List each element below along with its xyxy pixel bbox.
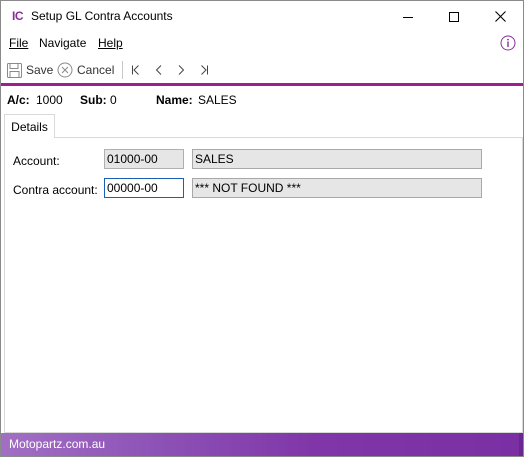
status-bar: Motopartz.com.au xyxy=(1,433,523,456)
maximize-icon xyxy=(449,11,459,22)
next-record-icon xyxy=(178,65,185,75)
last-record-button[interactable] xyxy=(196,61,212,79)
save-label: Save xyxy=(26,63,54,77)
close-icon xyxy=(494,11,506,22)
menu-help-label: Help xyxy=(98,36,123,50)
tab-details[interactable]: Details xyxy=(4,114,55,138)
menu-file[interactable]: File xyxy=(9,36,28,50)
resize-grip[interactable] xyxy=(519,433,523,456)
name-label: Name: xyxy=(156,93,193,107)
details-tab-panel: Account: Contra account: xyxy=(4,137,523,433)
menu-help[interactable]: Help xyxy=(98,36,123,50)
account-number: 1000 xyxy=(36,93,63,107)
toolbar-accent-divider xyxy=(1,83,523,86)
window-title: Setup GL Contra Accounts xyxy=(31,9,173,23)
maximize-button[interactable] xyxy=(431,1,477,32)
account-name-field xyxy=(192,149,482,169)
toolbar: Save Cancel xyxy=(1,58,523,82)
save-button[interactable]: Save xyxy=(7,60,53,80)
info-icon[interactable] xyxy=(500,35,516,51)
previous-record-button[interactable] xyxy=(151,61,167,79)
account-code-field[interactable] xyxy=(104,149,184,169)
sub-label: Sub: xyxy=(80,93,107,107)
tab-details-label: Details xyxy=(11,119,48,134)
status-company-text: Motopartz.com.au xyxy=(9,437,106,451)
sub-value: 0 xyxy=(110,93,117,107)
cancel-icon xyxy=(57,62,73,78)
previous-record-icon xyxy=(155,65,162,75)
contra-account-name-field xyxy=(192,178,482,198)
cancel-label: Cancel xyxy=(77,63,115,77)
setup-gl-contra-accounts-window: IC Setup GL Contra Accounts File Navigat… xyxy=(0,0,524,457)
cancel-button[interactable]: Cancel xyxy=(57,60,114,80)
first-record-button[interactable] xyxy=(128,61,144,79)
save-icon xyxy=(7,62,22,78)
minimize-icon xyxy=(403,16,413,18)
menu-bar: File Navigate Help xyxy=(1,34,523,54)
close-button[interactable] xyxy=(477,1,523,32)
contra-account-code-field[interactable] xyxy=(104,178,184,198)
next-record-button[interactable] xyxy=(173,61,189,79)
last-record-icon xyxy=(201,65,208,75)
toolbar-separator xyxy=(122,61,123,79)
first-record-icon xyxy=(132,65,139,75)
minimize-button[interactable] xyxy=(385,1,431,32)
name-value: SALES xyxy=(198,93,237,107)
menu-navigate[interactable]: Navigate xyxy=(39,36,86,50)
title-bar: IC Setup GL Contra Accounts xyxy=(1,1,523,32)
account-field-label: Account: xyxy=(13,154,60,168)
menu-file-label: File xyxy=(9,36,29,50)
contra-account-field-label: Contra account: xyxy=(13,183,98,197)
account-label: A/c: xyxy=(7,93,30,107)
app-logo-icon: IC xyxy=(12,9,24,23)
